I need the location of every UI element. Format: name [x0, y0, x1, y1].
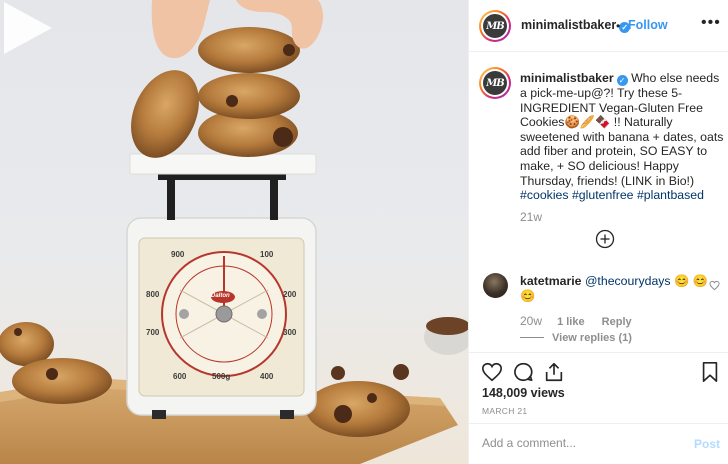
- follow-button[interactable]: Follow: [628, 18, 668, 32]
- hashtag-link[interactable]: #plantbased: [637, 188, 704, 202]
- commenter-avatar[interactable]: [483, 273, 508, 298]
- reply-button[interactable]: Reply: [602, 316, 632, 328]
- post-header: MB minimalistbaker ✓ • Follow •••: [469, 0, 728, 52]
- header-username: minimalistbaker: [521, 18, 617, 32]
- save-bookmark-icon[interactable]: [699, 361, 721, 383]
- like-heart-icon[interactable]: [481, 361, 503, 383]
- caption-username[interactable]: minimalistbaker: [520, 71, 614, 85]
- view-count[interactable]: 148,009 views: [482, 386, 565, 400]
- play-icon[interactable]: [0, 0, 54, 56]
- more-options-icon[interactable]: •••: [701, 14, 721, 32]
- load-more-comments-icon[interactable]: [595, 229, 615, 249]
- view-replies-label: View replies (1): [552, 332, 632, 344]
- comment-username[interactable]: katetmarie: [520, 274, 582, 288]
- hashtag-link[interactable]: #cookies: [520, 188, 569, 202]
- brand-logo: MB: [483, 14, 507, 38]
- view-replies-link[interactable]: View replies (1): [520, 332, 632, 344]
- cookie-emoji-icon: 🍪🥖🍫: [564, 115, 611, 130]
- separator-dot: •: [616, 19, 621, 33]
- post-panel: MB minimalistbaker ✓ • Follow ••• MB mini…: [468, 0, 728, 464]
- comment-composer: Post: [469, 423, 728, 464]
- share-icon[interactable]: [543, 361, 565, 383]
- divider: [520, 337, 544, 338]
- post-date: MARCH 21: [482, 406, 528, 416]
- media-photo: [0, 0, 468, 464]
- comment-meta: 20w 1 like Reply: [520, 314, 632, 328]
- comment-body: katetmarie @thecourydays 😊 😊 😊: [520, 274, 710, 304]
- comment-likes[interactable]: 1 like: [557, 316, 585, 328]
- comment-bubble-icon[interactable]: [512, 361, 534, 383]
- post-media[interactable]: 900 100 800 200 700 300 600 400 500g Dal…: [0, 0, 468, 464]
- comment-input[interactable]: [482, 436, 682, 450]
- caption-avatar[interactable]: MB: [479, 67, 511, 99]
- caption-time: 21w: [520, 210, 543, 224]
- hashtag-link[interactable]: #glutenfree: [572, 188, 634, 202]
- comment-time: 20w: [520, 314, 543, 328]
- verified-badge-icon: ✓: [616, 75, 628, 86]
- post-actions: 148,009 views MARCH 21 Post: [469, 352, 728, 464]
- post-comment-button[interactable]: Post: [694, 437, 720, 451]
- avatar[interactable]: MB: [479, 10, 511, 42]
- post-caption: minimalistbaker ✓ Who else needs a pick-m…: [520, 71, 725, 203]
- brand-logo: MB: [483, 71, 507, 95]
- comment-like-heart-icon[interactable]: [709, 280, 720, 291]
- header-username-link[interactable]: minimalistbaker ✓: [521, 18, 631, 33]
- comment-mention[interactable]: @thecourydays: [585, 274, 671, 288]
